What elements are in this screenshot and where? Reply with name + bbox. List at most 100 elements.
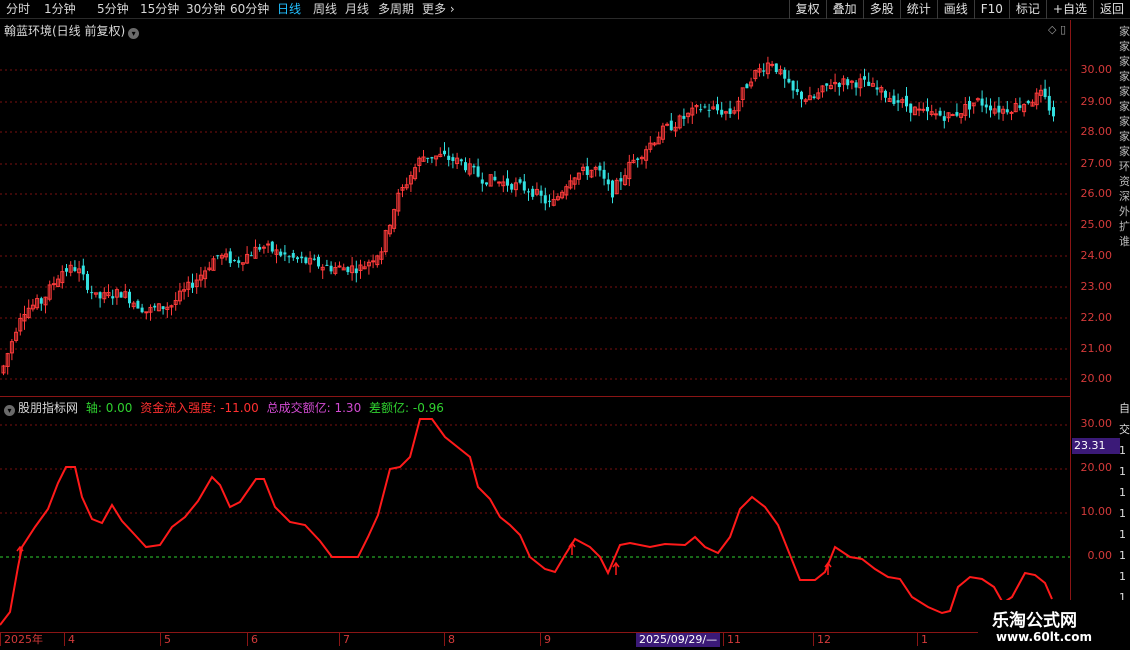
candle (396, 188, 401, 216)
candle-body (955, 112, 959, 116)
dropdown-icon[interactable]: ▾ (128, 28, 140, 39)
candle-body (619, 178, 623, 182)
candle-body (237, 260, 241, 263)
candle (980, 90, 984, 113)
candle (392, 208, 397, 233)
candle-body (1005, 109, 1009, 113)
candle (341, 263, 346, 271)
tab-more[interactable]: 更多 › (422, 1, 455, 17)
candle (791, 80, 795, 99)
candle (984, 97, 988, 114)
tab-monthly[interactable]: 月线 (345, 1, 369, 17)
price-pane[interactable]: 翰蓝环境(日线 前复权) ▾ ◇ ▯ (0, 20, 1070, 396)
draw-line-button[interactable]: 画线 (936, 0, 974, 19)
tab-weekly[interactable]: 周线 (313, 1, 337, 17)
candle (387, 224, 392, 237)
candle (317, 254, 320, 269)
candle-body (909, 103, 913, 113)
candle (975, 97, 980, 103)
candle (90, 285, 94, 300)
indicator-tick: 10.00 (1080, 505, 1113, 518)
candle (1026, 99, 1030, 105)
date-tick: 2025年 (0, 633, 43, 646)
date-tick: 4 (64, 633, 75, 646)
mark-button[interactable]: 标记 (1008, 0, 1046, 19)
candle-body (270, 241, 274, 252)
candle-body (905, 95, 908, 107)
candle (136, 299, 140, 309)
candle (770, 60, 775, 68)
candle-body (261, 246, 266, 249)
y-axis: 30.00 29.00 28.00 27.00 26.00 25.00 24.0… (1070, 20, 1120, 632)
candle-body (703, 106, 707, 108)
overlay-button[interactable]: 叠加 (825, 0, 863, 19)
tab-multi-period[interactable]: 多周期 (378, 1, 414, 17)
tab-intraday[interactable]: 分时 (6, 1, 30, 17)
tab-daily[interactable]: 日线 (277, 1, 301, 17)
candle-body (598, 165, 602, 171)
candle (639, 155, 644, 165)
candle (240, 262, 245, 272)
candle (690, 102, 695, 124)
back-button[interactable]: 返回 (1092, 0, 1130, 19)
candle (828, 79, 833, 90)
candle (732, 106, 737, 115)
multi-stock-button[interactable]: 多股 (862, 0, 900, 19)
candle (211, 255, 216, 271)
candle (421, 150, 426, 162)
candle-body (283, 252, 287, 255)
candle (111, 289, 115, 305)
candle (614, 177, 619, 195)
candle (652, 141, 657, 147)
candle (153, 303, 157, 311)
indicator-name[interactable]: 股朋指标网 (18, 401, 78, 415)
candle-body (161, 306, 165, 310)
tab-15min[interactable]: 15分钟 (140, 1, 179, 17)
candle (354, 260, 358, 283)
candle (60, 265, 65, 289)
restore-rights-button[interactable]: 复权 (788, 0, 826, 19)
statistics-button[interactable]: 统计 (899, 0, 937, 19)
candle-body (346, 266, 350, 273)
candlestick-chart[interactable] (0, 20, 1070, 396)
candle (123, 283, 128, 299)
candle-body (783, 69, 787, 79)
candle (656, 131, 661, 145)
candle-body (480, 179, 484, 184)
indicator-pane[interactable]: ▾ 股朋指标网 轴: 0.00 资金流入强度: -11.00 总成交额亿: 1.3… (0, 396, 1070, 632)
candle (106, 284, 111, 299)
tab-60min[interactable]: 60分钟 (230, 1, 269, 17)
pane-window-icons[interactable]: ◇ ▯ (1048, 23, 1066, 36)
candle (778, 65, 783, 76)
indicator-chart[interactable] (0, 397, 1070, 633)
candle (631, 153, 636, 164)
candle (464, 157, 467, 173)
tab-30min[interactable]: 30分钟 (186, 1, 225, 17)
watermark: 乐淘公式网 www.60lt.com (978, 600, 1130, 650)
candle (73, 260, 77, 273)
candle (896, 93, 900, 112)
candle-body (153, 305, 157, 308)
candle-body (896, 100, 900, 103)
side-text-bottom: 自交111111111 (1119, 402, 1130, 625)
f10-button[interactable]: F10 (973, 0, 1009, 19)
cursor-date-label: 2025/09/29/— (636, 633, 721, 647)
date-axis: 2025年 4 5 6 7 8 9 11 12 1 2025/09/29/— (0, 632, 1070, 650)
tab-1min[interactable]: 1分钟 (44, 1, 76, 17)
candle-body (81, 265, 85, 275)
indicator-dropdown-icon[interactable]: ▾ (4, 405, 15, 416)
price-tick: 30.00 (1080, 63, 1113, 76)
candle (186, 276, 191, 298)
candle-body (892, 95, 896, 104)
indicator-tick: 0.00 (1087, 549, 1113, 562)
candle (366, 259, 371, 275)
candle (837, 82, 841, 96)
candle (350, 257, 355, 281)
price-pane-title: 翰蓝环境(日线 前复权) ▾ (4, 22, 140, 39)
add-watchlist-button[interactable]: +自选 (1045, 0, 1093, 19)
tab-5min[interactable]: 5分钟 (97, 1, 129, 17)
candle (485, 182, 488, 187)
candle (820, 85, 825, 98)
candle-body (140, 307, 144, 313)
candle (669, 112, 673, 131)
